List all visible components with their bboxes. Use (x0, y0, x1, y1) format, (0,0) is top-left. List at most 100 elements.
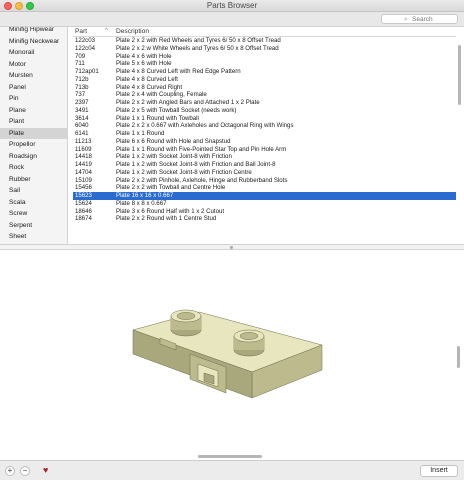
part-number-cell: 15109 (75, 176, 92, 184)
description-cell: Plate 2 x 2 with Red Wheels and Tyres 6/… (116, 37, 281, 44)
description-cell: Plate 4 x 8 Curved Left (116, 75, 178, 83)
part-number-cell: 712b (75, 75, 89, 83)
table-header: Part ^ Description (73, 27, 456, 37)
table-row[interactable]: 6141 Plate 1 x 1 Round (73, 130, 456, 138)
table-row[interactable]: 122c04 Plate 2 x 2 w White Wheels and Tyr… (73, 45, 456, 53)
description-cell: Plate 4 x 6 with Hole (116, 52, 172, 60)
sidebar-category-item[interactable]: Rubber (0, 174, 67, 186)
column-header-part[interactable]: Part (75, 28, 87, 35)
description-cell: Plate 4 x 8 Curved Right (116, 83, 183, 91)
column-header-description[interactable]: Description (116, 28, 149, 35)
part-number-cell: 18646 (75, 207, 92, 215)
table-row[interactable]: 6040 Plate 2 x 2 x 0.667 with Axleholes a… (73, 122, 456, 130)
description-cell: Plate 3 x 6 Round Half with 1 x 2 Cutout (116, 207, 225, 215)
table-row[interactable]: 15109 Plate 2 x 2 with Pinhole, Axlehole,… (73, 177, 456, 185)
table-rows: 122c03 Plate 2 x 2 with Red Wheels and Ty… (73, 37, 456, 223)
table-row[interactable]: 3491 Plate 2 x 5 with Towball Socket (nee… (73, 107, 456, 115)
sidebar-category-item[interactable]: Sheet (0, 231, 67, 243)
table-row[interactable]: 15623 Plate 16 x 16 x 0.667 (73, 192, 456, 200)
sidebar-category-item[interactable]: Monorail (0, 47, 67, 59)
sidebar-category-item[interactable]: Sail (0, 185, 67, 197)
sidebar-category-item[interactable]: Motor (0, 59, 67, 71)
part-preview-viewport[interactable] (0, 250, 464, 460)
part-number-cell: 6141 (75, 130, 89, 137)
table-row[interactable]: 14419 Plate 1 x 2 with Socket Joint-8 wit… (73, 161, 456, 169)
sidebar-category-item[interactable]: Minifig Hipwear (0, 27, 67, 36)
insert-button[interactable]: Insert (420, 465, 458, 477)
table-row[interactable]: 15456 Plate 2 x 2 with Towball and Centre… (73, 184, 456, 192)
sidebar-category-item[interactable]: Propellor (0, 139, 67, 151)
part-number-cell: 11609 (75, 145, 92, 153)
table-row[interactable]: 11213 Plate 6 x 6 Round with Hole and Sna… (73, 138, 456, 146)
description-cell: Plate 6 x 6 Round with Hole and Snapstud (116, 137, 231, 145)
table-row[interactable]: 15624 Plate 8 x 8 x 0.667 (73, 200, 456, 208)
parts-table[interactable]: Part ^ Description 122c03 Plate 2 x 2 wit… (73, 27, 456, 245)
sidebar-category-item[interactable]: Pin (0, 93, 67, 105)
part-number-cell: 6040 (75, 122, 89, 130)
sidebar-category-item[interactable]: Panel (0, 82, 67, 94)
category-sidebar[interactable]: Minifig Hipwear Minifig Neckwear Monorail M… (0, 27, 68, 245)
table-row[interactable]: 737 Plate 2 x 4 with Coupling, Female (73, 91, 456, 99)
description-cell: Plate 5 x 6 with Hole (116, 60, 172, 68)
sidebar-category-item[interactable]: Minifig Neckwear (0, 36, 67, 48)
table-row[interactable]: 3614 Plate 1 x 1 Round with Towball (73, 115, 456, 123)
sidebar-category-item[interactable]: Serpent (0, 220, 67, 232)
table-row[interactable]: 712ap01 Plate 4 x 8 Curved Left with Red … (73, 68, 456, 76)
table-row[interactable]: 122c03 Plate 2 x 2 with Red Wheels and Ty… (73, 37, 456, 45)
sidebar-category-item[interactable]: Scala (0, 197, 67, 209)
description-cell: Plate 2 x 2 with Pinhole, Axlehole, Hing… (116, 176, 288, 184)
description-cell: Plate 1 x 1 Round with Five-Pointed Star… (116, 145, 287, 153)
bottom-bar: + − ♥ Insert (0, 460, 464, 480)
table-row[interactable]: 2397 Plate 2 x 2 with Angled Bars and Att… (73, 99, 456, 107)
parts-browser-window: Parts Browser ⌕ Minifig HipwearMinifig N… (0, 0, 464, 480)
part-number-cell: 122c04 (75, 44, 95, 52)
parts-split-view: Minifig Hipwear Minifig Neckwear Monorail M… (0, 26, 464, 245)
divider-handle[interactable] (230, 246, 233, 249)
sidebar-category-item[interactable]: Mursten (0, 70, 67, 82)
window-title: Parts Browser (206, 1, 258, 10)
table-row[interactable]: 709 Plate 4 x 6 with Hole (73, 53, 456, 61)
description-cell: Plate 2 x 2 Round with 1 Centre Stud (116, 215, 217, 223)
part-number-cell: 711 (75, 60, 85, 68)
table-row[interactable]: 14418 Plate 1 x 2 with Socket Joint-8 wit… (73, 153, 456, 161)
sidebar-category-item[interactable]: Plane (0, 105, 67, 117)
favorite-heart-icon[interactable]: ♥ (43, 465, 48, 475)
description-cell: Plate 2 x 2 w White Wheels and Tyres 6/ … (116, 44, 279, 52)
part-number-cell: 3614 (75, 114, 89, 122)
part-number-cell: 11213 (75, 137, 92, 145)
sidebar-category-item[interactable]: Rock (0, 162, 67, 174)
part-number-cell: 3491 (75, 106, 89, 114)
add-button[interactable]: + (5, 466, 15, 476)
sidebar-category-item[interactable]: Plate (0, 127, 67, 139)
search-icon: ⌕ (404, 16, 408, 23)
table-row[interactable]: 11609 Plate 1 x 1 Round with Five-Pointed… (73, 146, 456, 154)
description-cell: Plate 2 x 5 with Towball Socket (needs w… (116, 106, 237, 114)
description-cell: Plate 2 x 4 with Coupling, Female (116, 91, 207, 99)
search-input[interactable] (412, 15, 456, 24)
table-row[interactable]: 712b Plate 4 x 8 Curved Left (73, 76, 456, 84)
part-number-cell: 15624 (75, 199, 92, 207)
preview-horizontal-scroll-thumb[interactable] (198, 455, 262, 458)
description-cell: Plate 2 x 2 with Angled Bars and Attache… (116, 99, 260, 106)
preview-vertical-scroll-thumb[interactable] (457, 346, 460, 368)
table-row[interactable]: 14704 Plate 1 x 2 with Socket Joint-8 wit… (73, 169, 456, 177)
table-row[interactable]: 711 Plate 5 x 6 with Hole (73, 60, 456, 68)
sidebar-category-item[interactable]: Screw (0, 208, 67, 220)
sort-arrow-icon[interactable]: ^ (105, 28, 108, 34)
part-number-cell: 14418 (75, 153, 92, 161)
sidebar-category-item[interactable]: Plant (0, 116, 67, 128)
remove-button[interactable]: − (20, 466, 30, 476)
description-cell: Plate 1 x 2 with Socket Joint-8 with Fri… (116, 153, 232, 161)
table-scrollbar[interactable] (457, 37, 462, 207)
search-field[interactable]: ⌕ (381, 14, 458, 24)
description-cell: Plate 8 x 8 x 0.667 (116, 199, 167, 207)
description-cell: Plate 1 x 2 with Socket Joint-8 with Fri… (116, 161, 276, 168)
table-row[interactable]: 18674 Plate 2 x 2 Round with 1 Centre Stu… (73, 215, 456, 223)
sidebar-category-item[interactable]: Roadsign (0, 151, 67, 163)
table-row[interactable]: 18646 Plate 3 x 6 Round Half with 1 x 2 C… (73, 208, 456, 216)
table-row[interactable]: 713b Plate 4 x 8 Curved Right (73, 84, 456, 92)
part-number-cell: 18674 (75, 215, 92, 223)
part-preview-render (132, 309, 323, 399)
part-number-cell: 713b (75, 83, 89, 91)
table-scroll-thumb[interactable] (458, 45, 461, 105)
